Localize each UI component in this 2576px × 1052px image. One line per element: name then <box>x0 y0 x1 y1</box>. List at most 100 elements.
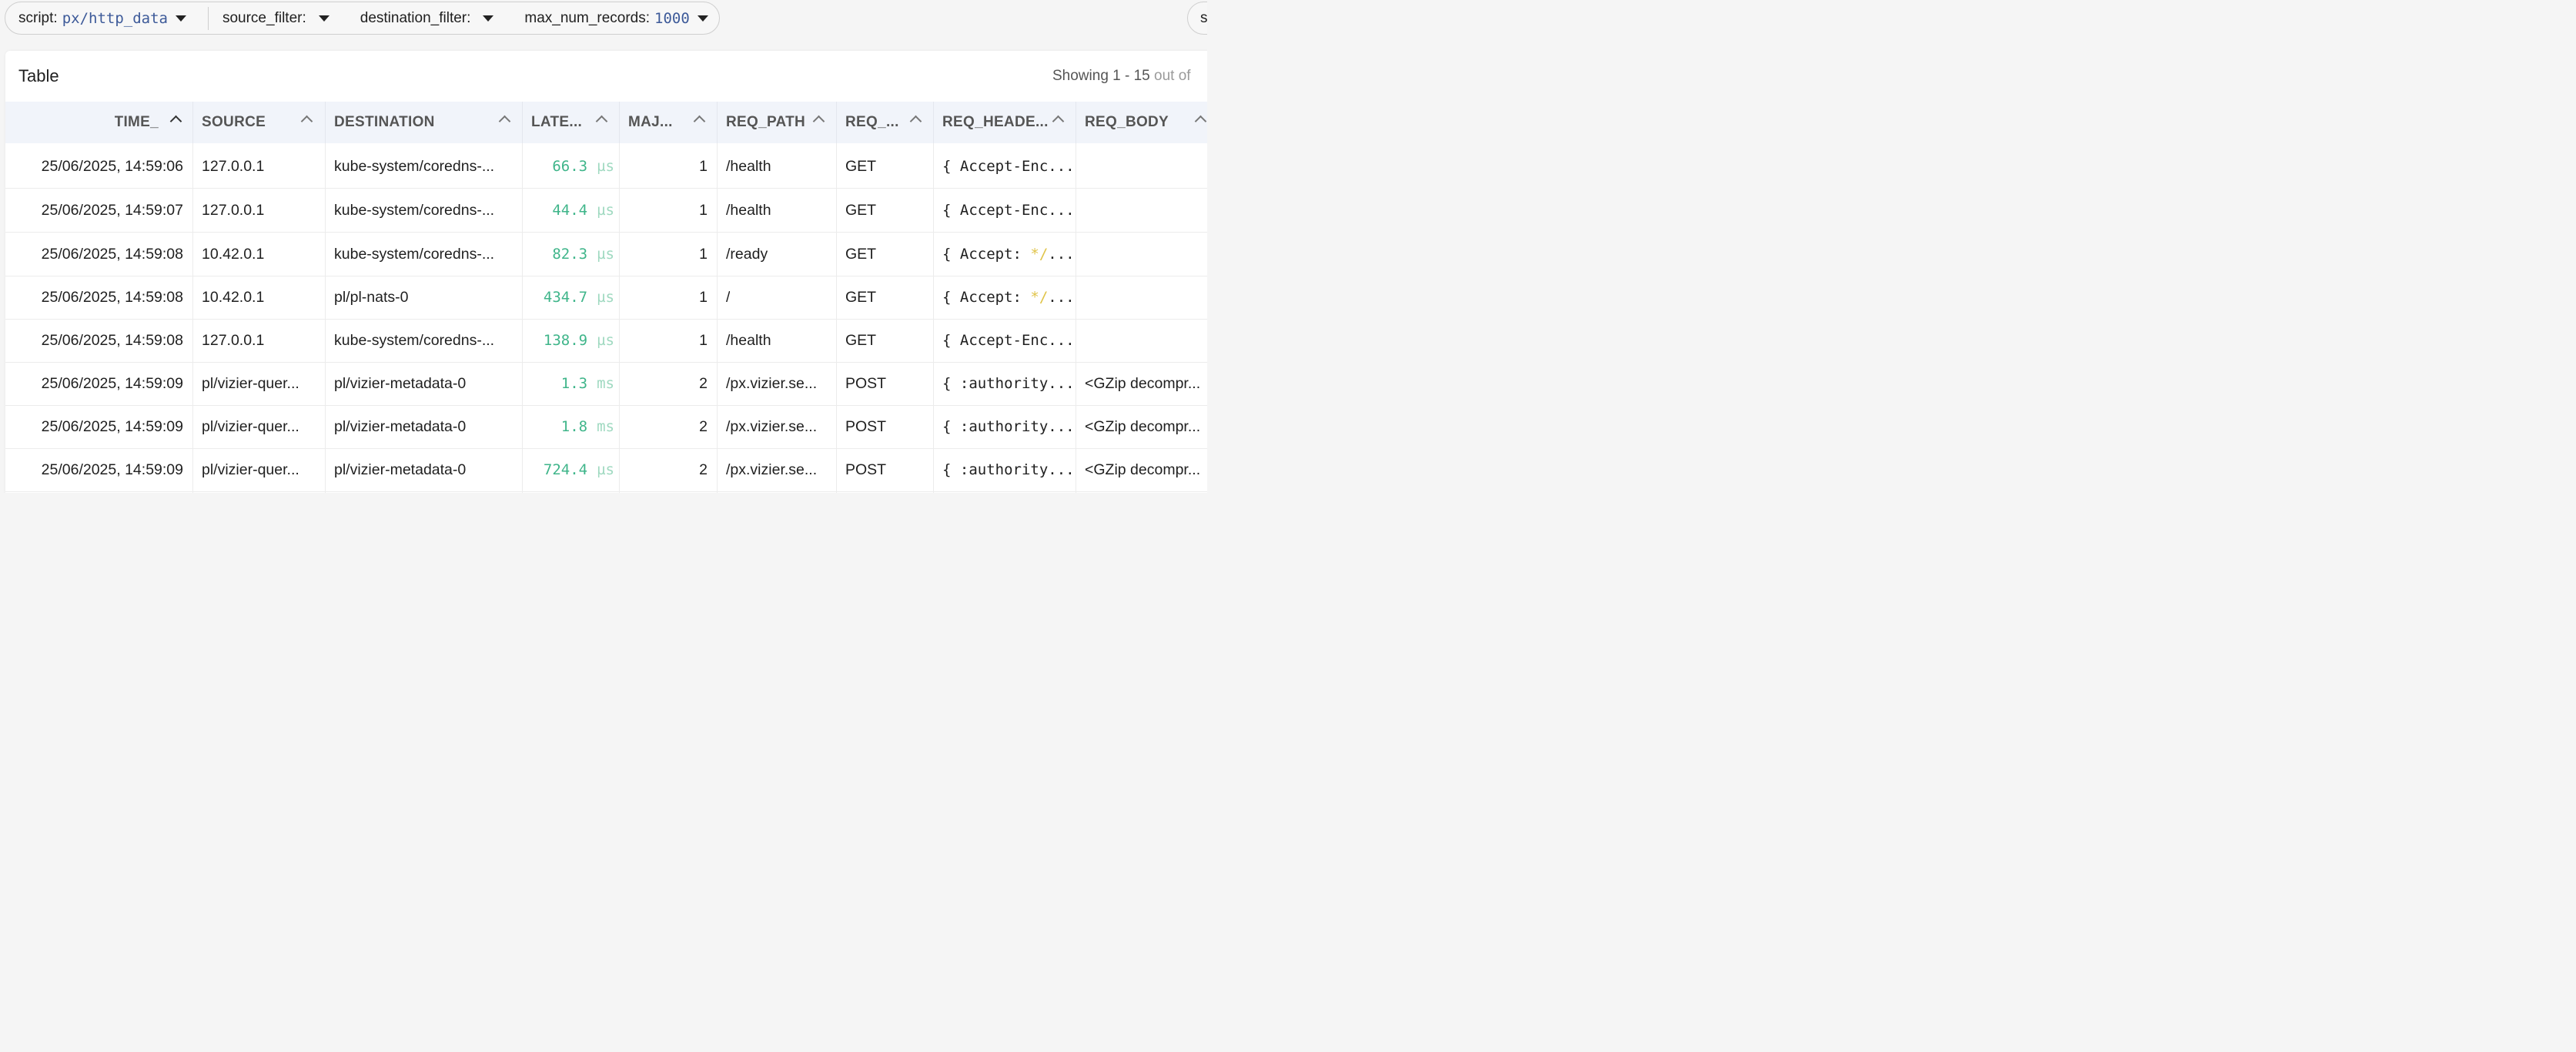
req-path-cell: /health <box>726 201 771 219</box>
column-header-req-path[interactable]: REQ_PATH <box>717 102 836 143</box>
source-filter-selector[interactable]: source_filter: <box>222 10 330 27</box>
max-num-records-label: max_num_records: <box>524 9 651 26</box>
destination-filter-selector[interactable]: destination_filter: <box>360 10 494 27</box>
source-cell: 127.0.0.1 <box>202 157 265 175</box>
latency-cell: 1.8 ms <box>560 418 614 435</box>
column-label: REQ_BODY <box>1085 114 1169 130</box>
max-num-records-value: 1000 <box>654 9 690 27</box>
major-cell: 1 <box>699 157 708 175</box>
req-headers-cell[interactable]: { :authority... <box>933 362 1076 405</box>
req-method-cell: GET <box>845 201 877 219</box>
table-row[interactable]: 25/06/2025, 14:59:07 127.0.0.1 kube-syst… <box>5 189 1207 233</box>
req-headers-cell[interactable]: { Accept: */... <box>933 233 1076 276</box>
latency-cell: 138.9 µs <box>543 332 614 349</box>
column-header-req-headers[interactable]: REQ_HEADE... <box>933 102 1076 143</box>
max-num-records-selector[interactable]: max_num_records: 1000 <box>524 10 708 27</box>
column-header-source[interactable]: SOURCE <box>192 102 325 143</box>
req-headers-cell[interactable]: { Accept-Enc... <box>933 319 1076 362</box>
destination-cell: kube-system/coredns-... <box>334 245 495 263</box>
major-cell: 2 <box>699 374 708 392</box>
column-label: LATE... <box>531 114 583 130</box>
destination-cell: kube-system/coredns-... <box>334 157 495 175</box>
destination-cell: pl/vizier-metadata-0 <box>334 461 467 478</box>
req-headers-cell[interactable]: { :authority... <box>933 448 1076 491</box>
req-body-cell[interactable] <box>1076 276 1207 319</box>
req-path-cell: / <box>726 288 731 306</box>
major-cell: 1 <box>699 288 708 306</box>
req-body-cell[interactable] <box>1076 233 1207 276</box>
req-method-cell: GET <box>845 245 877 263</box>
req-body-cell[interactable]: <GZip decompr... <box>1076 405 1207 448</box>
sort-arrow-icon[interactable] <box>1052 115 1065 128</box>
sort-arrow-icon[interactable] <box>812 115 825 128</box>
source-cell: pl/vizier-quer... <box>202 374 299 392</box>
chevron-down-icon <box>483 15 494 22</box>
column-label: REQ_HEADE... <box>942 114 1049 130</box>
source-cell: pl/vizier-quer... <box>202 417 299 435</box>
column-header-destination[interactable]: DESTINATION <box>325 102 522 143</box>
chevron-down-icon <box>697 15 708 22</box>
req-method-cell: POST <box>845 374 887 392</box>
source-cell: 127.0.0.1 <box>202 331 265 349</box>
latency-cell: 66.3 µs <box>552 158 614 175</box>
column-header-req-method[interactable]: REQ_... <box>836 102 933 143</box>
table-row[interactable]: 25/06/2025, 14:59:08 127.0.0.1 kube-syst… <box>5 319 1207 363</box>
latency-cell: 434.7 µs <box>543 289 614 306</box>
table-row[interactable]: 25/06/2025, 14:59:09 pl/vizier-quer... p… <box>5 405 1207 449</box>
major-cell: 1 <box>699 331 708 349</box>
table-row[interactable]: 25/06/2025, 14:59:06 127.0.0.1 kube-syst… <box>5 145 1207 189</box>
column-header-major[interactable]: MAJ... <box>619 102 717 143</box>
req-path-cell: /px.vizier.se... <box>726 461 818 478</box>
req-headers-cell[interactable]: { Accept-Enc... <box>933 145 1076 188</box>
card-title: Table <box>18 66 59 85</box>
sort-arrow-icon[interactable] <box>1194 115 1207 128</box>
major-cell: 2 <box>699 461 708 478</box>
req-body-cell[interactable] <box>1076 189 1207 232</box>
column-label: MAJ... <box>628 114 673 130</box>
req-body-cell[interactable] <box>1076 319 1207 362</box>
time-cell: 25/06/2025, 14:59:09 <box>41 461 183 478</box>
column-label: DESTINATION <box>334 114 435 130</box>
source-cell: pl/vizier-quer... <box>202 461 299 478</box>
time-cell: 25/06/2025, 14:59:09 <box>41 374 183 392</box>
req-method-cell: GET <box>845 157 877 175</box>
right-pill-label: s <box>1200 10 1207 26</box>
chevron-down-icon <box>318 15 330 22</box>
sort-arrow-icon[interactable] <box>169 115 182 128</box>
req-body-cell[interactable] <box>1076 145 1207 188</box>
req-headers-cell[interactable]: { :authority... <box>933 405 1076 448</box>
column-label: REQ_PATH <box>726 114 806 130</box>
app-frame: script: px/http_data source_filter: dest… <box>0 0 1207 493</box>
table-row[interactable]: 25/06/2025, 14:59:09 pl/vizier-quer... p… <box>5 362 1207 406</box>
column-label: SOURCE <box>202 114 266 130</box>
latency-cell: 724.4 µs <box>543 461 614 478</box>
sort-arrow-icon[interactable] <box>595 115 608 128</box>
sort-arrow-icon[interactable] <box>909 115 922 128</box>
sort-arrow-icon[interactable] <box>693 115 706 128</box>
column-header-req-body[interactable]: REQ_BODY <box>1076 102 1207 143</box>
out-of-label: out of <box>1154 68 1191 84</box>
table-row[interactable]: 25/06/2025, 14:59:08 10.42.0.1 kube-syst… <box>5 233 1207 276</box>
script-selector[interactable]: script: px/http_data <box>18 10 186 27</box>
sort-arrow-icon[interactable] <box>300 115 313 128</box>
req-body-cell[interactable]: <GZip decompr... <box>1076 448 1207 491</box>
table-row[interactable]: 25/06/2025, 14:59:09 pl/vizier-quer... p… <box>5 448 1207 492</box>
destination-cell: kube-system/coredns-... <box>334 331 495 349</box>
req-path-cell: /px.vizier.se... <box>726 417 818 435</box>
sort-arrow-icon[interactable] <box>498 115 511 128</box>
req-body-cell[interactable]: <GZip decompr... <box>1076 362 1207 405</box>
req-path-cell: /ready <box>726 245 768 263</box>
time-cell: 25/06/2025, 14:59:08 <box>41 331 183 349</box>
script-label: script: <box>18 9 58 26</box>
column-header-time[interactable]: TIME_ <box>5 102 192 143</box>
showing-range: Showing 1 - 15 <box>1052 68 1150 84</box>
table-row[interactable]: 25/06/2025, 14:59:08 10.42.0.1 pl/pl-nat… <box>5 276 1207 320</box>
right-toolbar-pill[interactable]: s <box>1187 2 1207 35</box>
destination-cell: pl/pl-nats-0 <box>334 288 409 306</box>
major-cell: 1 <box>699 201 708 219</box>
chevron-down-icon <box>175 15 186 22</box>
req-headers-cell[interactable]: { Accept-Enc... <box>933 189 1076 232</box>
destination-cell: kube-system/coredns-... <box>334 201 495 219</box>
req-headers-cell[interactable]: { Accept: */... <box>933 276 1076 319</box>
column-header-latency[interactable]: LATE... <box>522 102 619 143</box>
